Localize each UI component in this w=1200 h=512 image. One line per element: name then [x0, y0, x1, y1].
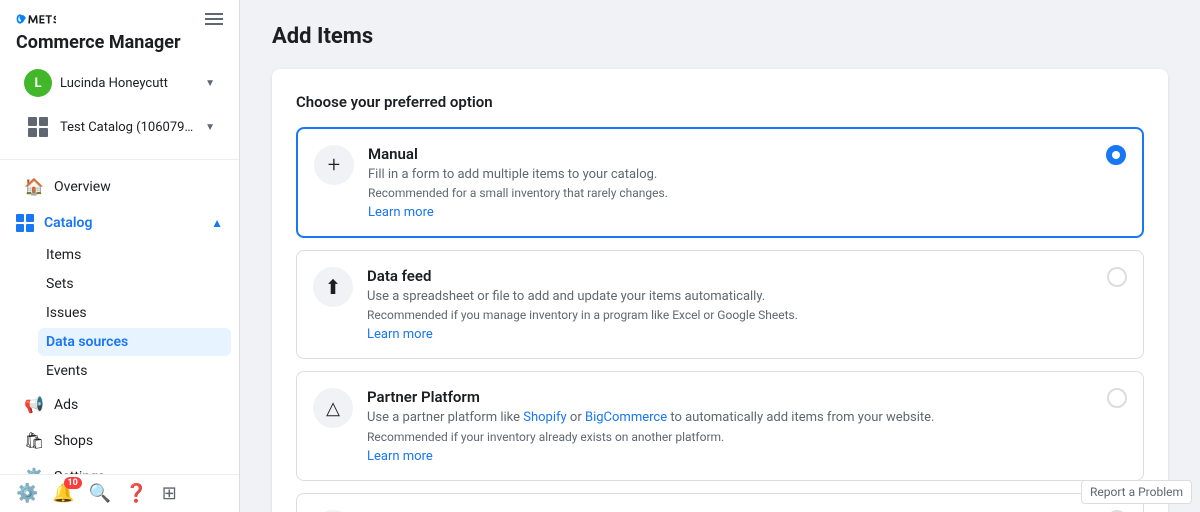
catalog-name: Test Catalog (106079406783...) [60, 120, 197, 135]
card-subtitle: Choose your preferred option [296, 93, 1144, 111]
partner-platform-desc: Use a partner platform like Shopify or B… [367, 409, 1093, 427]
catalog-grid-icon [24, 113, 52, 141]
manual-content: Manual Fill in a form to add multiple it… [368, 145, 1092, 220]
option-partner-platform[interactable]: △ Partner Platform Use a partner platfor… [296, 371, 1144, 480]
manual-radio [1106, 145, 1126, 165]
user-name: Lucinda Honeycutt [60, 76, 197, 91]
partner-platform-rec: Recommended if your inventory already ex… [367, 430, 1093, 444]
data-feed-learn-more[interactable]: Learn more [367, 327, 433, 342]
sidebar-item-label: Ads [54, 397, 78, 413]
data-feed-content: Data feed Use a spreadsheet or file to a… [367, 267, 1093, 342]
sidebar: Commerce Manager L Lucinda Honeycutt ▼ T… [0, 0, 240, 512]
data-feed-desc: Use a spreadsheet or file to add and upd… [367, 288, 1093, 306]
overview-icon: 🏠 [24, 177, 44, 196]
catalog-chevron-icon: ▼ [205, 122, 215, 133]
sidebar-nav: 🏠 Overview Catalog ▲ Items [0, 160, 239, 474]
partner-platform-radio [1107, 388, 1127, 408]
meta-wordmark-icon [16, 12, 56, 26]
catalog-section: Catalog ▲ Items Sets Issues Data sources [8, 206, 231, 385]
manual-desc: Fill in a form to add multiple items to … [368, 166, 1092, 184]
sidebar-item-shops[interactable]: 🛍 Shops [8, 423, 231, 458]
partner-platform-content: Partner Platform Use a partner platform … [367, 388, 1093, 463]
notification-badge: 10 [64, 477, 82, 489]
data-feed-rec: Recommended if you manage inventory in a… [367, 308, 1093, 322]
shopify-link[interactable]: Shopify [523, 410, 566, 425]
meta-logo-row [16, 12, 223, 26]
catalog-sub-items: Items Sets Issues Data sources Events [8, 241, 231, 385]
sidebar-item-events[interactable]: Events [38, 357, 231, 385]
sidebar-bottom: ⚙️ 🔔 10 🔍 ❓ ⊞ [0, 474, 239, 512]
catalog-selector[interactable]: Test Catalog (106079406783...) ▼ [16, 107, 223, 147]
manual-rec: Recommended for a small inventory that r… [368, 186, 1092, 200]
user-selector[interactable]: L Lucinda Honeycutt ▼ [16, 63, 223, 103]
meta-logo [16, 12, 56, 26]
catalog-icon [16, 214, 34, 232]
page-title: Add Items [272, 24, 1168, 49]
main-content: Add Items Choose your preferred option +… [240, 0, 1200, 512]
sidebar-item-label: Overview [54, 179, 111, 195]
data-feed-icon: ⬆ [313, 267, 353, 307]
notifications-icon[interactable]: 🔔 10 [52, 483, 74, 504]
help-icon[interactable]: ❓ [125, 483, 147, 504]
partner-platform-title: Partner Platform [367, 388, 1093, 406]
data-feed-title: Data feed [367, 267, 1093, 285]
search-icon[interactable]: 🔍 [89, 483, 111, 504]
hamburger-menu-icon[interactable] [205, 13, 223, 25]
manual-icon: + [314, 145, 354, 185]
sidebar-item-overview[interactable]: 🏠 Overview [8, 169, 231, 204]
option-data-feed[interactable]: ⬆ Data feed Use a spreadsheet or file to… [296, 250, 1144, 359]
sidebar-item-issues[interactable]: Issues [38, 299, 231, 327]
option-manual[interactable]: + Manual Fill in a form to add multiple … [296, 127, 1144, 238]
user-chevron-icon: ▼ [205, 78, 215, 89]
bigcommerce-link[interactable]: BigCommerce [585, 410, 667, 425]
avatar: L [24, 69, 52, 97]
manual-learn-more[interactable]: Learn more [368, 205, 434, 220]
view-icon[interactable]: ⊞ [162, 483, 177, 504]
data-feed-radio [1107, 267, 1127, 287]
catalog-collapse-icon: ▲ [211, 216, 223, 230]
add-items-card: Choose your preferred option + Manual Fi… [272, 69, 1168, 512]
partner-platform-icon: △ [313, 388, 353, 428]
sidebar-item-data-sources[interactable]: Data sources [38, 328, 231, 356]
sidebar-item-label: Shops [54, 433, 93, 449]
partner-platform-learn-more[interactable]: Learn more [367, 449, 433, 464]
sidebar-header: Commerce Manager L Lucinda Honeycutt ▼ T… [0, 0, 239, 160]
shops-icon: 🛍 [24, 431, 44, 450]
sidebar-item-sets[interactable]: Sets [38, 270, 231, 298]
app-title: Commerce Manager [16, 32, 223, 53]
report-problem-button[interactable]: Report a Problem [1081, 480, 1192, 504]
settings-nav-icon: ⚙️ [24, 467, 44, 474]
manual-title: Manual [368, 145, 1092, 163]
ads-icon: 📢 [24, 395, 44, 414]
catalog-label: Catalog [44, 215, 92, 231]
sidebar-item-ads[interactable]: 📢 Ads [8, 387, 231, 422]
option-pixel[interactable]: </> Pixel Use your Meta Pixel to automat… [296, 493, 1144, 512]
settings-bottom-icon[interactable]: ⚙️ [16, 483, 38, 504]
sidebar-item-items[interactable]: Items [38, 241, 231, 269]
catalog-header-left: Catalog [16, 214, 92, 232]
sidebar-item-settings[interactable]: ⚙️ Settings [8, 459, 231, 474]
sidebar-item-catalog[interactable]: Catalog ▲ [8, 206, 231, 240]
